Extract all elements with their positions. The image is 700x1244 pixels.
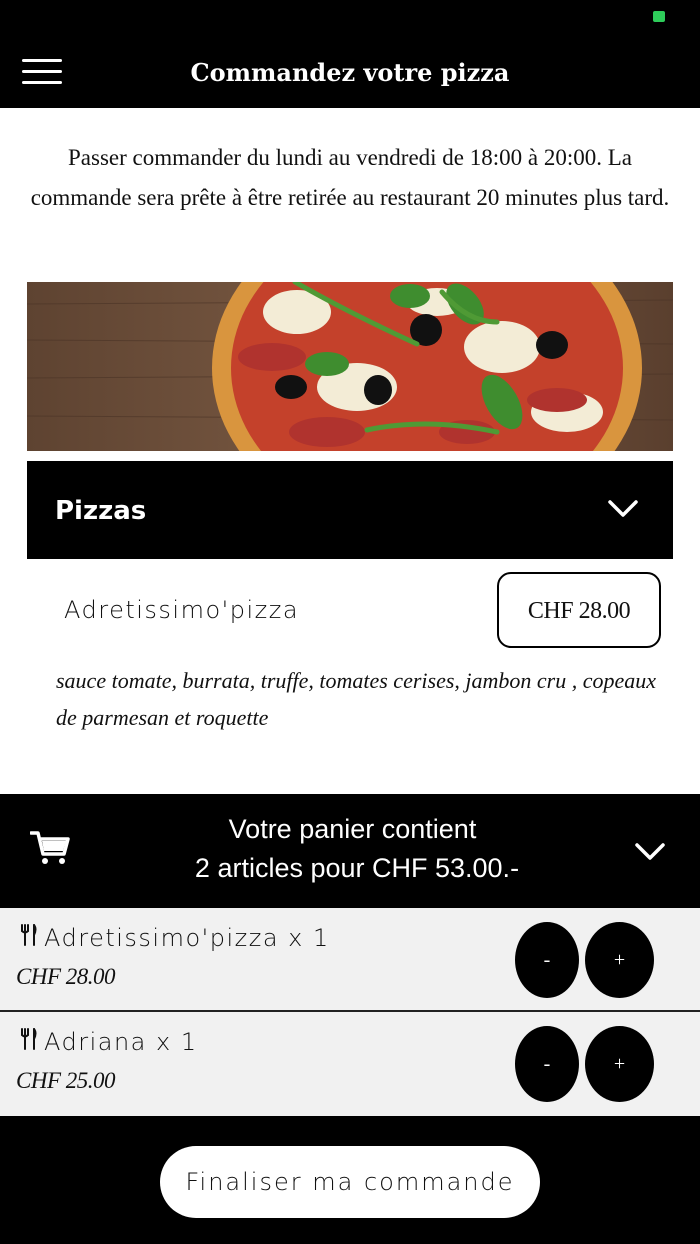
cart-item: Adretissimo'pizza x 1 CHF 28.00 - + [0,908,700,1012]
product-description: sauce tomate, burrata, truffe, tomates c… [56,668,657,730]
increase-quantity-button[interactable]: + [585,922,654,998]
footer-bar: Finaliser ma commande [0,1116,700,1244]
hamburger-icon[interactable] [22,58,62,86]
cart-item-price: CHF 25.00 [16,1068,116,1093]
cart-item-name: Adretissimo'pizza x 1 [44,924,330,952]
cart-summary-total: 2 articles pour CHF 53.00.- [194,853,520,883]
chevron-down-icon[interactable] [634,842,666,862]
increase-quantity-button[interactable]: + [585,1026,654,1102]
app-header: Commandez votre pizza [0,36,700,108]
product-name: Adretissimo'pizza [64,596,300,624]
status-indicator [653,11,665,22]
cutlery-icon [21,1028,37,1050]
cutlery-icon [21,924,37,946]
add-to-cart-button[interactable]: CHF 28.00 [497,572,661,648]
finalize-order-button[interactable]: Finaliser ma commande [160,1146,540,1218]
chevron-down-icon [608,500,638,517]
cart-item: Adriana x 1 CHF 25.00 - + [0,1012,700,1116]
pizza-photo [27,282,673,451]
intro-text: Passer commander du lundi au vendredi de… [30,145,670,210]
cart-item-price: CHF 28.00 [16,964,116,989]
category-pizzas[interactable]: Pizzas [27,461,673,559]
cart-item-name: Adriana x 1 [44,1028,198,1056]
page-title: Commandez votre pizza [190,58,510,87]
decrease-quantity-button[interactable]: - [515,1026,579,1102]
status-bar [0,0,700,36]
cart-summary[interactable]: Votre panier contient 2 articles pour CH… [0,794,700,908]
cart-summary-title: Votre panier contient [228,814,477,844]
cart-list: Adretissimo'pizza x 1 CHF 28.00 - + Adri… [0,908,700,1116]
decrease-quantity-button[interactable]: - [515,922,579,998]
category-title: Pizzas [55,496,147,526]
